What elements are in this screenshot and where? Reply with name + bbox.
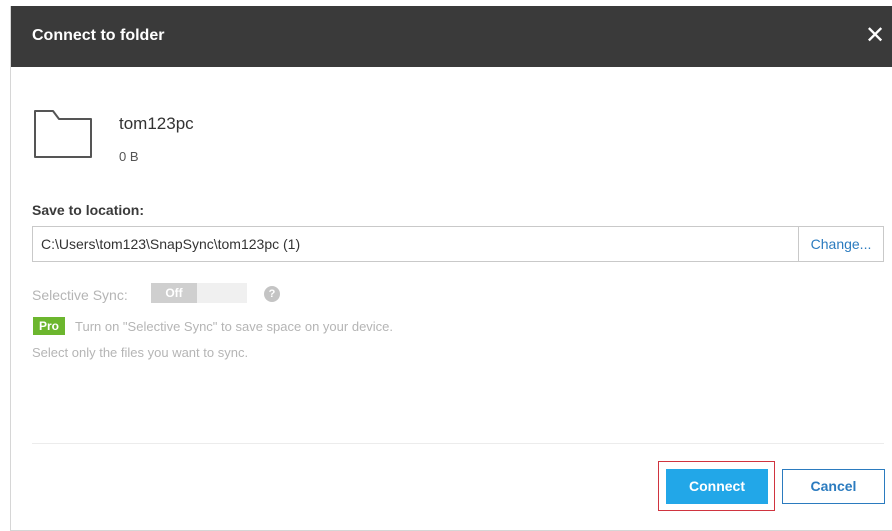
save-location-field: Change... xyxy=(32,226,884,262)
pro-description-2: Select only the files you want to sync. xyxy=(32,345,249,360)
selective-sync-label: Selective Sync: xyxy=(32,287,128,303)
pro-badge: Pro xyxy=(33,317,65,335)
folder-icon xyxy=(34,110,92,158)
folder-name: tom123pc xyxy=(119,114,194,133)
connect-button[interactable]: Connect xyxy=(666,469,768,504)
dialog-titlebar: Connect to folder ✕ xyxy=(11,6,892,67)
help-icon[interactable]: ? xyxy=(264,286,280,302)
save-location-label: Save to location: xyxy=(32,202,145,218)
dialog-title: Connect to folder xyxy=(32,27,165,44)
close-icon[interactable]: ✕ xyxy=(863,22,887,50)
connect-folder-dialog: Connect to folder ✕ tom123pc 0 B Save to… xyxy=(10,6,892,531)
change-location-button[interactable]: Change... xyxy=(798,227,883,261)
selective-sync-toggle[interactable]: Off xyxy=(151,283,247,303)
folder-size: 0 B xyxy=(119,149,139,164)
pro-description: Turn on "Selective Sync" to save space o… xyxy=(75,319,394,334)
save-location-input[interactable] xyxy=(33,227,796,261)
footer-divider xyxy=(32,443,884,444)
cancel-button[interactable]: Cancel xyxy=(782,469,885,504)
toggle-state-label: Off xyxy=(151,283,197,303)
